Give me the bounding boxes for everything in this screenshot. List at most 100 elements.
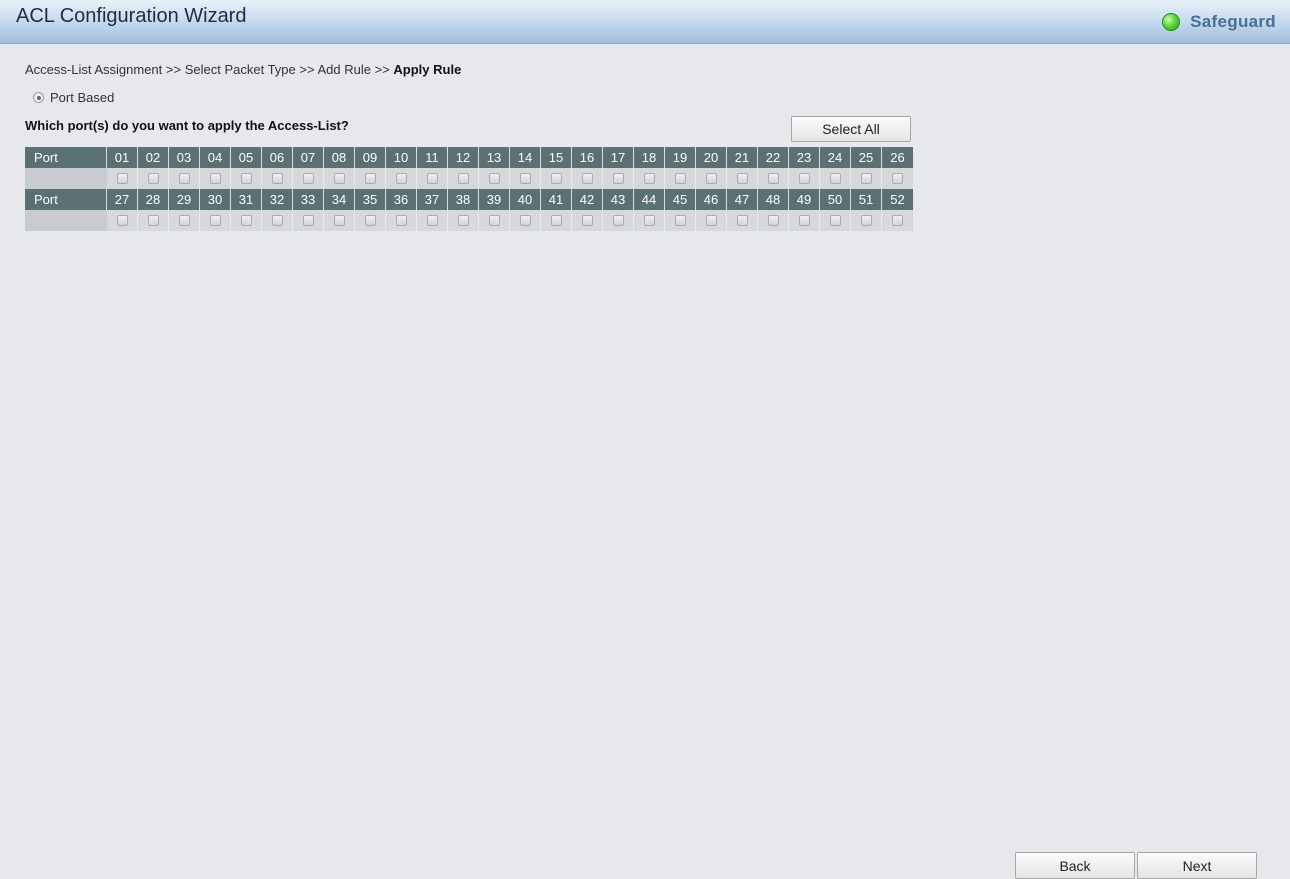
port-checkbox-15[interactable] bbox=[550, 173, 562, 184]
port-checkbox-33[interactable] bbox=[302, 215, 314, 226]
breadcrumb-separator: >> bbox=[374, 62, 390, 77]
port-checkbox-41[interactable] bbox=[550, 215, 562, 226]
port-checkbox-30[interactable] bbox=[209, 215, 221, 226]
port-based-option[interactable]: Port Based bbox=[33, 90, 114, 105]
safeguard-label: Safeguard bbox=[1190, 12, 1276, 31]
port-checkbox-35[interactable] bbox=[364, 215, 376, 226]
port-checkbox-cell bbox=[386, 210, 417, 231]
port-checkbox-48[interactable] bbox=[767, 215, 779, 226]
port-checkbox-row bbox=[25, 168, 919, 189]
port-checkbox-cell bbox=[200, 210, 231, 231]
port-row-spacer bbox=[25, 210, 107, 231]
port-checkbox-25[interactable] bbox=[860, 173, 872, 184]
port-checkbox-06[interactable] bbox=[271, 173, 283, 184]
port-checkbox-cell bbox=[541, 168, 572, 189]
port-checkbox-24[interactable] bbox=[829, 173, 841, 184]
port-checkbox-34[interactable] bbox=[333, 215, 345, 226]
breadcrumb-step-1: Access-List Assignment bbox=[25, 62, 163, 77]
port-number-12: 12 bbox=[448, 147, 479, 168]
port-number-16: 16 bbox=[572, 147, 603, 168]
port-checkbox-20[interactable] bbox=[705, 173, 717, 184]
port-checkbox-01[interactable] bbox=[116, 173, 128, 184]
breadcrumb: Access-List Assignment >> Select Packet … bbox=[25, 62, 461, 77]
port-checkbox-32[interactable] bbox=[271, 215, 283, 226]
port-checkbox-22[interactable] bbox=[767, 173, 779, 184]
port-checkbox-08[interactable] bbox=[333, 173, 345, 184]
port-selection-table: Port 01 02 03 04 05 06 07 08 09 10 11 12 13 14 15 16 17 18… bbox=[25, 147, 919, 231]
port-number-18: 18 bbox=[634, 147, 665, 168]
port-checkbox-05[interactable] bbox=[240, 173, 252, 184]
port-checkbox-16[interactable] bbox=[581, 173, 593, 184]
port-checkbox-19[interactable] bbox=[674, 173, 686, 184]
port-checkbox-31[interactable] bbox=[240, 215, 252, 226]
port-number-49: 49 bbox=[789, 189, 820, 210]
port-number-10: 10 bbox=[386, 147, 417, 168]
port-checkbox-03[interactable] bbox=[178, 173, 190, 184]
port-checkbox-36[interactable] bbox=[395, 215, 407, 226]
port-checkbox-02[interactable] bbox=[147, 173, 159, 184]
port-checkbox-11[interactable] bbox=[426, 173, 438, 184]
next-button[interactable]: Next bbox=[1137, 852, 1257, 879]
port-checkbox-26[interactable] bbox=[892, 173, 903, 184]
port-number-41: 41 bbox=[541, 189, 572, 210]
port-checkbox-27[interactable] bbox=[116, 215, 128, 226]
port-checkbox-14[interactable] bbox=[519, 173, 531, 184]
port-number-06: 06 bbox=[262, 147, 293, 168]
port-checkbox-cell bbox=[169, 168, 200, 189]
port-checkbox-17[interactable] bbox=[612, 173, 624, 184]
port-checkbox-50[interactable] bbox=[829, 215, 841, 226]
port-checkbox-cell bbox=[448, 168, 479, 189]
port-checkbox-29[interactable] bbox=[178, 215, 190, 226]
port-checkbox-21[interactable] bbox=[736, 173, 748, 184]
port-checkbox-10[interactable] bbox=[395, 173, 407, 184]
port-checkbox-cell bbox=[479, 210, 510, 231]
port-checkbox-cell bbox=[262, 168, 293, 189]
port-checkbox-44[interactable] bbox=[643, 215, 655, 226]
port-number-14: 14 bbox=[510, 147, 541, 168]
port-checkbox-cell bbox=[758, 168, 789, 189]
port-checkbox-46[interactable] bbox=[705, 215, 717, 226]
port-checkbox-cell bbox=[851, 210, 882, 231]
port-checkbox-18[interactable] bbox=[643, 173, 655, 184]
port-checkbox-40[interactable] bbox=[519, 215, 531, 226]
port-checkbox-07[interactable] bbox=[302, 173, 314, 184]
port-checkbox-39[interactable] bbox=[488, 215, 500, 226]
port-checkbox-cell bbox=[789, 210, 820, 231]
port-number-50: 50 bbox=[820, 189, 851, 210]
port-checkbox-43[interactable] bbox=[612, 215, 624, 226]
port-checkbox-38[interactable] bbox=[457, 215, 469, 226]
port-checkbox-47[interactable] bbox=[736, 215, 748, 226]
back-button[interactable]: Back bbox=[1015, 852, 1135, 879]
port-checkbox-09[interactable] bbox=[364, 173, 376, 184]
port-checkbox-49[interactable] bbox=[798, 215, 810, 226]
port-checkbox-04[interactable] bbox=[209, 173, 221, 184]
port-checkbox-cell bbox=[882, 210, 913, 231]
port-number-24: 24 bbox=[820, 147, 851, 168]
port-checkbox-37[interactable] bbox=[426, 215, 438, 226]
port-checkbox-cell bbox=[510, 168, 541, 189]
port-checkbox-12[interactable] bbox=[457, 173, 469, 184]
port-number-21: 21 bbox=[727, 147, 758, 168]
port-checkbox-13[interactable] bbox=[488, 173, 500, 184]
port-checkbox-cell bbox=[820, 210, 851, 231]
port-checkbox-23[interactable] bbox=[798, 173, 810, 184]
port-number-27: 27 bbox=[107, 189, 138, 210]
port-checkbox-cell bbox=[789, 168, 820, 189]
port-number-34: 34 bbox=[324, 189, 355, 210]
port-checkbox-cell bbox=[758, 210, 789, 231]
port-number-30: 30 bbox=[200, 189, 231, 210]
port-checkbox-51[interactable] bbox=[860, 215, 872, 226]
status-led-icon bbox=[1162, 13, 1181, 31]
port-checkbox-cell bbox=[882, 168, 913, 189]
port-checkbox-cell bbox=[634, 210, 665, 231]
port-checkbox-52[interactable] bbox=[892, 215, 903, 226]
select-all-button[interactable]: Select All bbox=[791, 116, 911, 142]
port-checkbox-45[interactable] bbox=[674, 215, 686, 226]
port-number-43: 43 bbox=[603, 189, 634, 210]
port-checkbox-28[interactable] bbox=[147, 215, 159, 226]
port-checkbox-42[interactable] bbox=[581, 215, 593, 226]
port-number-37: 37 bbox=[417, 189, 448, 210]
port-based-radio[interactable] bbox=[33, 92, 44, 103]
port-checkbox-cell bbox=[107, 210, 138, 231]
port-checkbox-cell bbox=[355, 210, 386, 231]
